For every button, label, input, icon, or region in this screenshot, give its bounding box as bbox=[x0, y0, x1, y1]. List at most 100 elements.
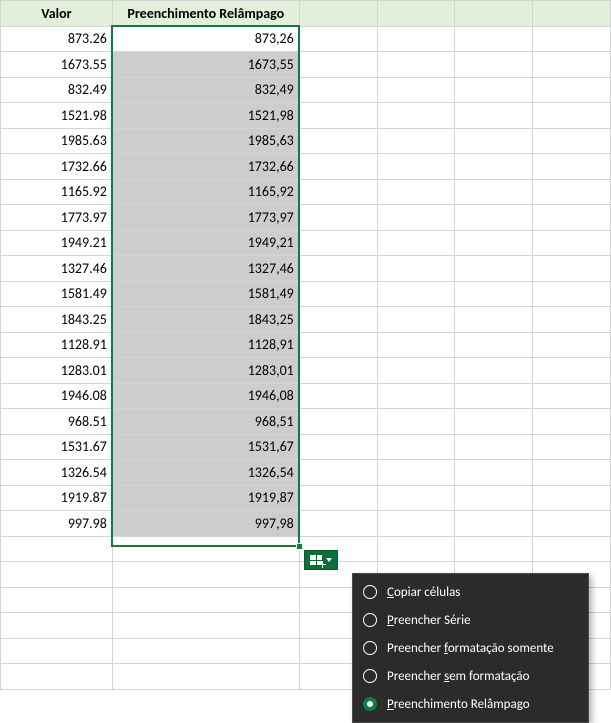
table-row[interactable]: 1326.541326,54 bbox=[1, 460, 611, 486]
cell-flashfill[interactable]: 1128,91 bbox=[112, 332, 299, 358]
table-row[interactable]: 1843.251843,25 bbox=[1, 307, 611, 333]
cell-empty[interactable] bbox=[455, 307, 533, 333]
cell-empty[interactable] bbox=[377, 230, 455, 256]
cell-valor[interactable]: 1283.01 bbox=[1, 358, 113, 384]
cell-empty[interactable] bbox=[377, 154, 455, 180]
cell-empty[interactable] bbox=[533, 307, 611, 333]
cell-flashfill[interactable]: 1673,55 bbox=[112, 52, 299, 78]
cell-empty[interactable] bbox=[1, 664, 113, 690]
cell-empty[interactable] bbox=[377, 256, 455, 282]
menu-item-flash-fill[interactable]: Preenchimento Relâmpago bbox=[353, 690, 588, 718]
cell-empty[interactable] bbox=[299, 52, 377, 78]
cell-empty[interactable] bbox=[455, 179, 533, 205]
table-row[interactable]: 832.49832,49 bbox=[1, 77, 611, 103]
menu-item-fill-without-format[interactable]: Preencher sem formatação bbox=[353, 662, 588, 690]
cell-flashfill[interactable]: 1946,08 bbox=[112, 383, 299, 409]
menu-item-fill-series[interactable]: Preencher Série bbox=[353, 606, 588, 634]
menu-item-fill-format-only[interactable]: Preencher formatação somente bbox=[353, 634, 588, 662]
cell-empty[interactable] bbox=[1, 613, 113, 639]
cell-valor[interactable]: 1326.54 bbox=[1, 460, 113, 486]
cell-empty[interactable] bbox=[455, 26, 533, 52]
cell-empty[interactable] bbox=[377, 128, 455, 154]
cell-valor[interactable]: 1581.49 bbox=[1, 281, 113, 307]
cell-empty[interactable] bbox=[455, 409, 533, 435]
cell-empty[interactable] bbox=[112, 613, 299, 639]
table-row[interactable]: 1985.631985,63 bbox=[1, 128, 611, 154]
table-row[interactable]: 1773.971773,97 bbox=[1, 205, 611, 231]
cell-flashfill[interactable]: 1949,21 bbox=[112, 230, 299, 256]
cell-empty[interactable] bbox=[455, 511, 533, 537]
cell-empty[interactable] bbox=[533, 434, 611, 460]
cell-flashfill[interactable]: 997,98 bbox=[112, 511, 299, 537]
cell-empty[interactable] bbox=[377, 179, 455, 205]
cell-empty[interactable] bbox=[299, 307, 377, 333]
cell-empty[interactable] bbox=[299, 485, 377, 511]
cell-empty[interactable] bbox=[377, 434, 455, 460]
cell-empty[interactable] bbox=[533, 256, 611, 282]
table-row[interactable]: 1732.661732,66 bbox=[1, 154, 611, 180]
cell-empty[interactable] bbox=[533, 383, 611, 409]
table-row[interactable]: 1946.081946,08 bbox=[1, 383, 611, 409]
cell-empty[interactable] bbox=[377, 511, 455, 537]
cell-empty[interactable] bbox=[455, 485, 533, 511]
cell-empty[interactable] bbox=[533, 103, 611, 129]
cell-empty[interactable] bbox=[533, 128, 611, 154]
cell-empty[interactable] bbox=[377, 460, 455, 486]
cell-empty[interactable] bbox=[299, 154, 377, 180]
table-row[interactable]: 1531.671531,67 bbox=[1, 434, 611, 460]
cell-empty[interactable] bbox=[299, 230, 377, 256]
cell-empty[interactable] bbox=[299, 256, 377, 282]
cell-valor[interactable]: 1949.21 bbox=[1, 230, 113, 256]
cell-valor[interactable]: 1165.92 bbox=[1, 179, 113, 205]
cell-empty[interactable] bbox=[299, 205, 377, 231]
cell-empty[interactable] bbox=[299, 434, 377, 460]
cell-empty[interactable] bbox=[377, 358, 455, 384]
cell-empty[interactable] bbox=[299, 409, 377, 435]
cell-flashfill[interactable]: 1327,46 bbox=[112, 256, 299, 282]
cell-empty[interactable] bbox=[533, 460, 611, 486]
table-row[interactable]: 1673.551673,55 bbox=[1, 52, 611, 78]
cell-empty[interactable] bbox=[455, 103, 533, 129]
cell-empty[interactable] bbox=[299, 179, 377, 205]
cell-flashfill[interactable]: 1732,66 bbox=[112, 154, 299, 180]
cell-valor[interactable]: 1985.63 bbox=[1, 128, 113, 154]
autofill-options-menu[interactable]: Copiar célulasPreencher SériePreencher f… bbox=[352, 573, 589, 723]
cell-empty[interactable] bbox=[533, 536, 611, 562]
cell-empty[interactable] bbox=[1, 587, 113, 613]
cell-empty[interactable] bbox=[299, 77, 377, 103]
cell-empty[interactable] bbox=[533, 485, 611, 511]
cell-flashfill[interactable]: 873,26 bbox=[112, 26, 299, 52]
cell-empty[interactable] bbox=[533, 77, 611, 103]
cell-empty[interactable] bbox=[1, 562, 113, 588]
header-preenchimento[interactable]: Preenchimento Relâmpago bbox=[112, 1, 299, 27]
cell-empty[interactable] bbox=[377, 52, 455, 78]
cell-empty[interactable] bbox=[533, 511, 611, 537]
cell-empty[interactable] bbox=[455, 460, 533, 486]
cell-empty[interactable] bbox=[533, 409, 611, 435]
cell-empty[interactable] bbox=[377, 281, 455, 307]
cell-flashfill[interactable]: 1843,25 bbox=[112, 307, 299, 333]
cell-empty[interactable] bbox=[455, 154, 533, 180]
cell-flashfill[interactable]: 1773,97 bbox=[112, 205, 299, 231]
cell-empty[interactable] bbox=[299, 358, 377, 384]
cell-valor[interactable]: 1773.97 bbox=[1, 205, 113, 231]
cell-empty[interactable] bbox=[533, 281, 611, 307]
table-row[interactable]: 1919.871919,87 bbox=[1, 485, 611, 511]
cell-valor[interactable]: 968.51 bbox=[1, 409, 113, 435]
cell-empty[interactable] bbox=[377, 383, 455, 409]
cell-empty[interactable] bbox=[112, 638, 299, 664]
cell-empty[interactable] bbox=[377, 26, 455, 52]
cell-valor[interactable]: 1919.87 bbox=[1, 485, 113, 511]
cell-empty[interactable] bbox=[1, 638, 113, 664]
cell-empty[interactable] bbox=[455, 128, 533, 154]
cell-empty[interactable] bbox=[455, 52, 533, 78]
cell-valor[interactable]: 873.26 bbox=[1, 26, 113, 52]
table-row[interactable]: 997.98997,98 bbox=[1, 511, 611, 537]
cell-empty[interactable] bbox=[533, 205, 611, 231]
cell-flashfill[interactable]: 1985,63 bbox=[112, 128, 299, 154]
cell-empty[interactable] bbox=[299, 26, 377, 52]
cell-valor[interactable]: 1843.25 bbox=[1, 307, 113, 333]
cell-empty[interactable] bbox=[299, 103, 377, 129]
cell-empty[interactable] bbox=[533, 230, 611, 256]
cell-empty[interactable] bbox=[455, 256, 533, 282]
